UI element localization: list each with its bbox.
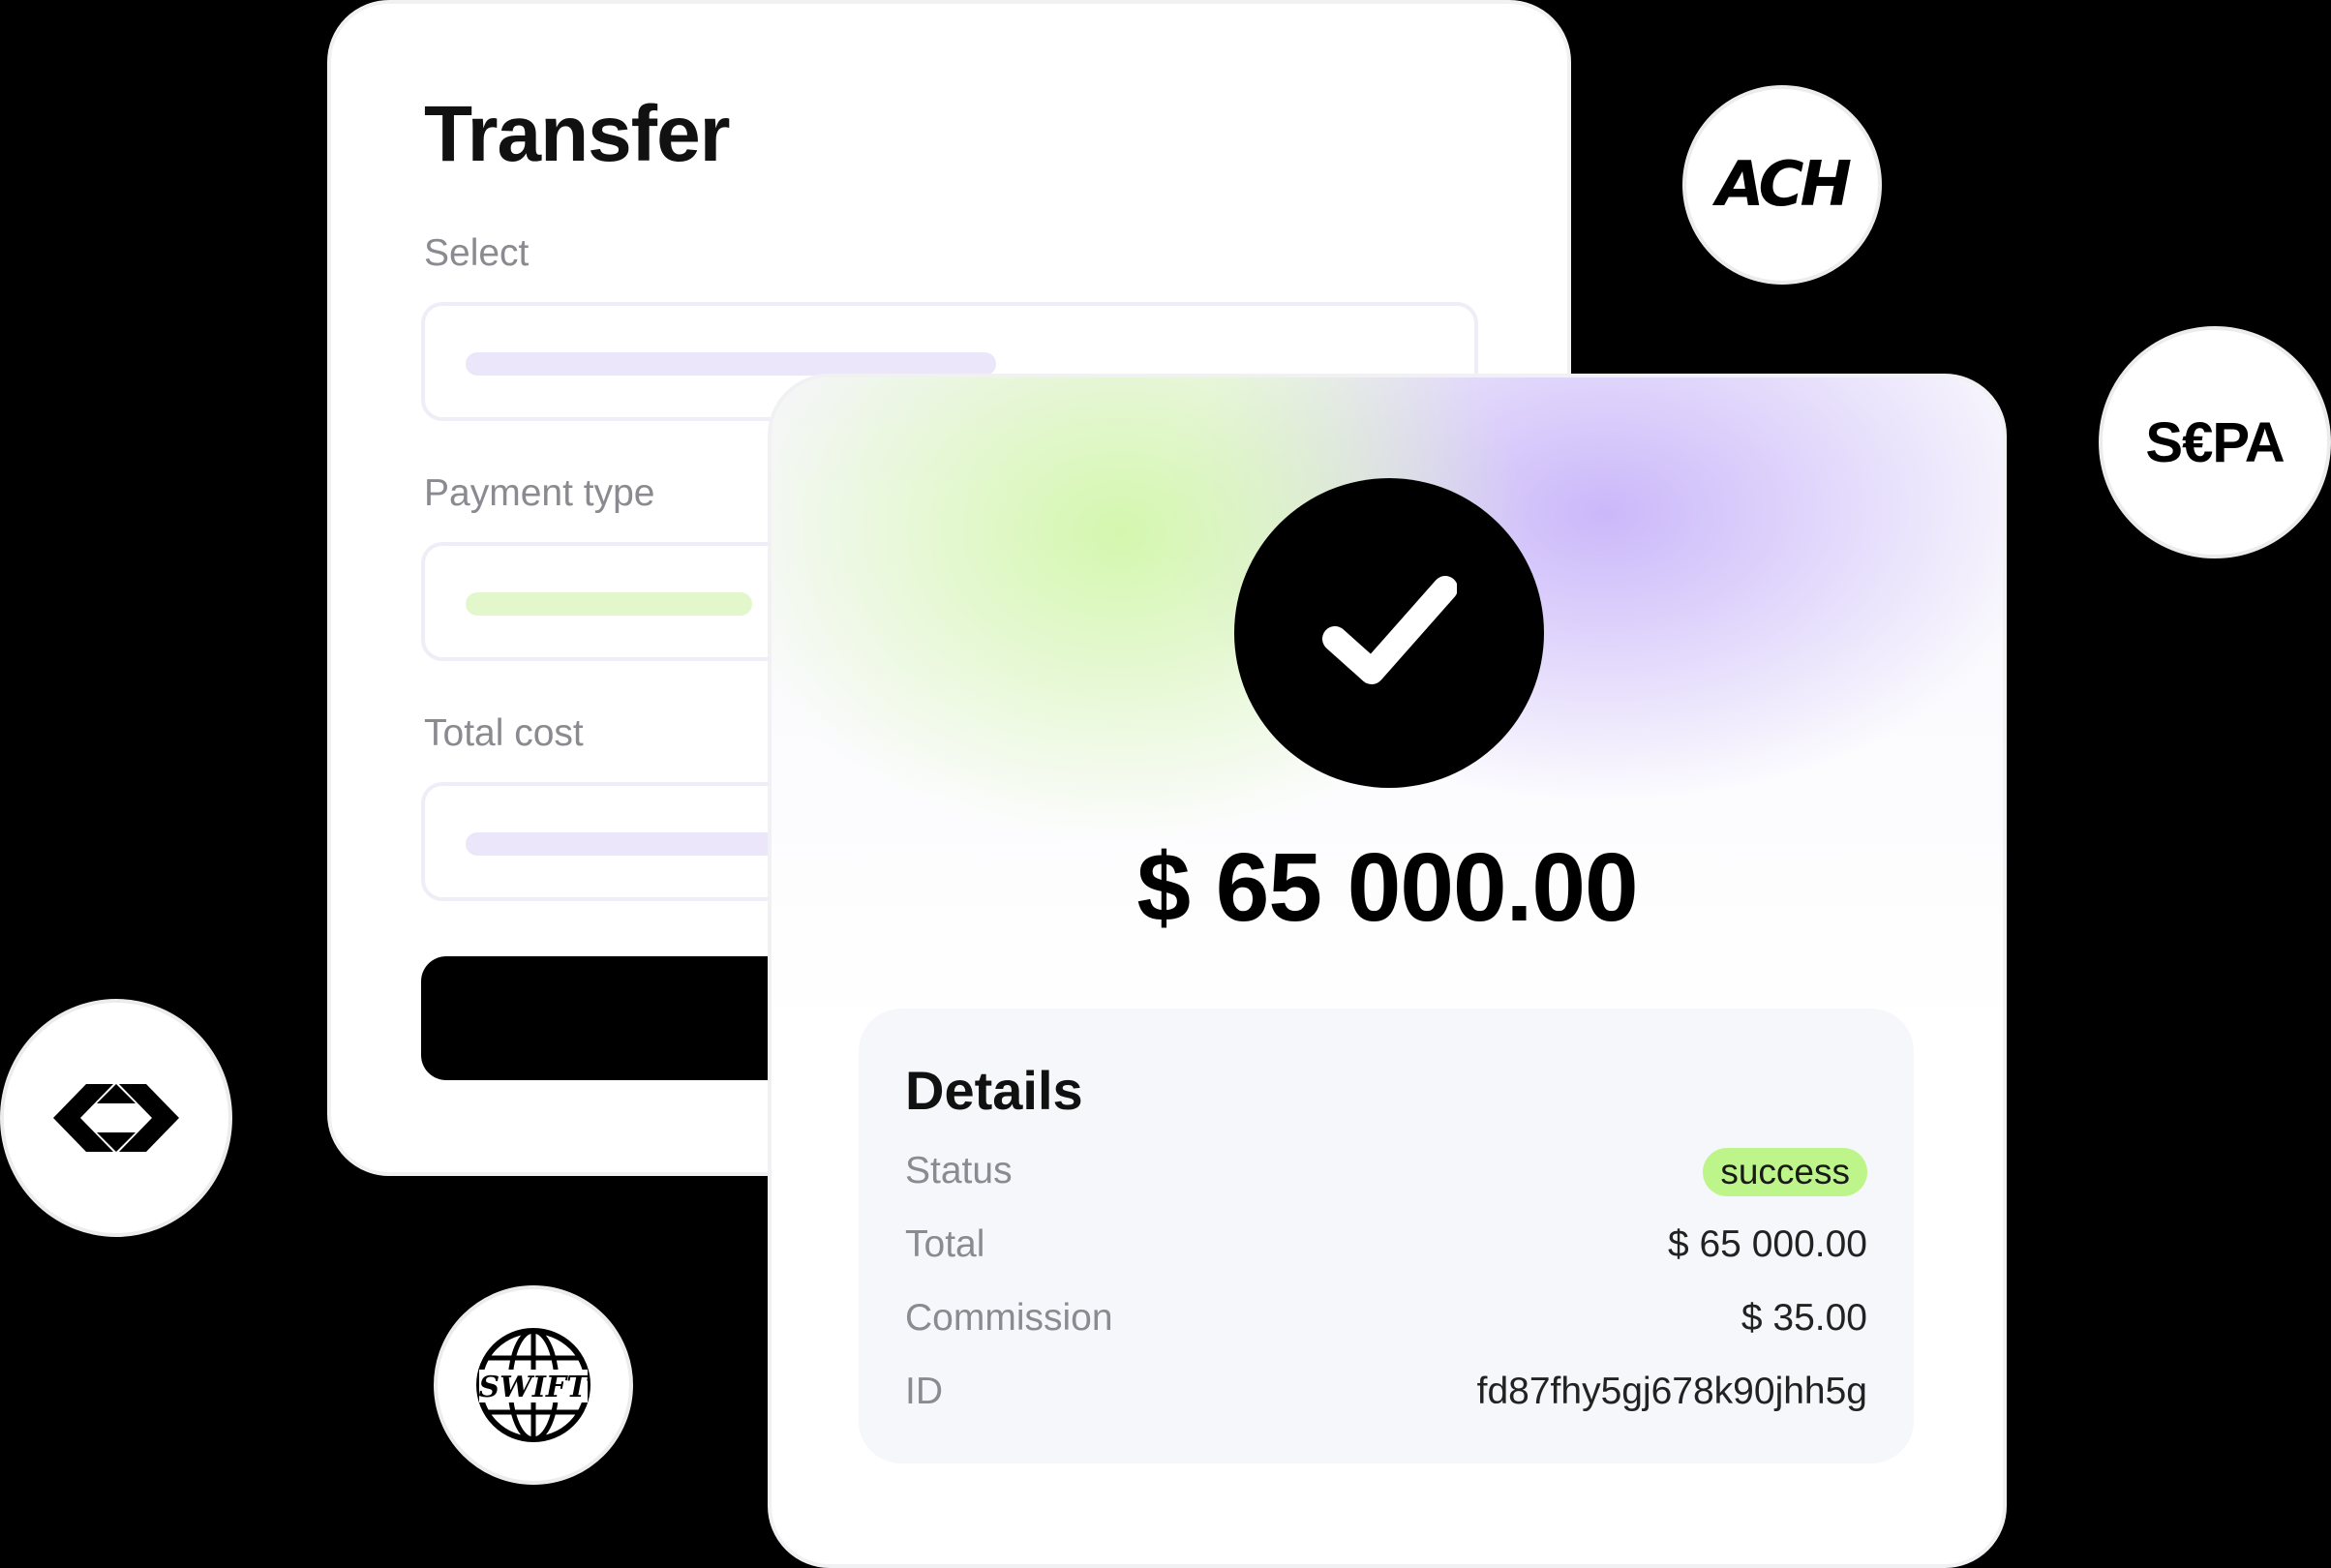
- commission-label: Commission: [905, 1297, 1113, 1339]
- commission-value: $ 35.00: [1741, 1297, 1867, 1339]
- status-badge: success: [1703, 1148, 1867, 1196]
- select-label: Select: [424, 232, 530, 274]
- sepa-logo: S€PA: [2099, 326, 2331, 558]
- total-value: $ 65 000.00: [1667, 1223, 1867, 1265]
- sepa-logo-icon: S€PA: [2145, 410, 2285, 474]
- status-label: Status: [905, 1150, 1013, 1191]
- stage: Transfer Select Payment type Total cost …: [0, 0, 2331, 1568]
- id-row: ID fd87fhy5gj678k90jhh5g: [905, 1365, 1867, 1419]
- id-value: fd87fhy5gj678k90jhh5g: [1476, 1371, 1867, 1412]
- success-card: $ 65 000.00 Details Status success Total…: [768, 374, 2007, 1568]
- swift-label: SWIFT: [478, 1371, 590, 1404]
- success-check-circle: [1234, 478, 1544, 788]
- select-placeholder-bar: [466, 352, 996, 376]
- checkmark-icon: [1322, 576, 1457, 684]
- ach-logo-icon: ACH: [1715, 149, 1852, 221]
- diamond-bank-icon: [53, 1084, 179, 1152]
- details-panel: Details Status success Total $ 65 000.00…: [859, 1009, 1914, 1463]
- details-title: Details: [905, 1060, 1083, 1121]
- ach-logo: ACH: [1682, 85, 1882, 285]
- total-label: Total: [905, 1223, 985, 1265]
- diamond-bank-logo: [0, 999, 232, 1237]
- id-label: ID: [905, 1371, 943, 1412]
- swift-globe-icon: SWIFT: [476, 1328, 590, 1442]
- transfer-title: Transfer: [424, 90, 731, 178]
- transfer-amount: $ 65 000.00: [1136, 833, 1638, 942]
- commission-row: Commission $ 35.00: [905, 1291, 1867, 1345]
- status-row: Status success: [905, 1144, 1867, 1198]
- swift-logo: SWIFT: [434, 1285, 633, 1485]
- payment-type-placeholder-bar: [466, 592, 752, 616]
- total-cost-label: Total cost: [424, 712, 584, 754]
- payment-type-label: Payment type: [424, 472, 655, 514]
- total-row: Total $ 65 000.00: [905, 1218, 1867, 1272]
